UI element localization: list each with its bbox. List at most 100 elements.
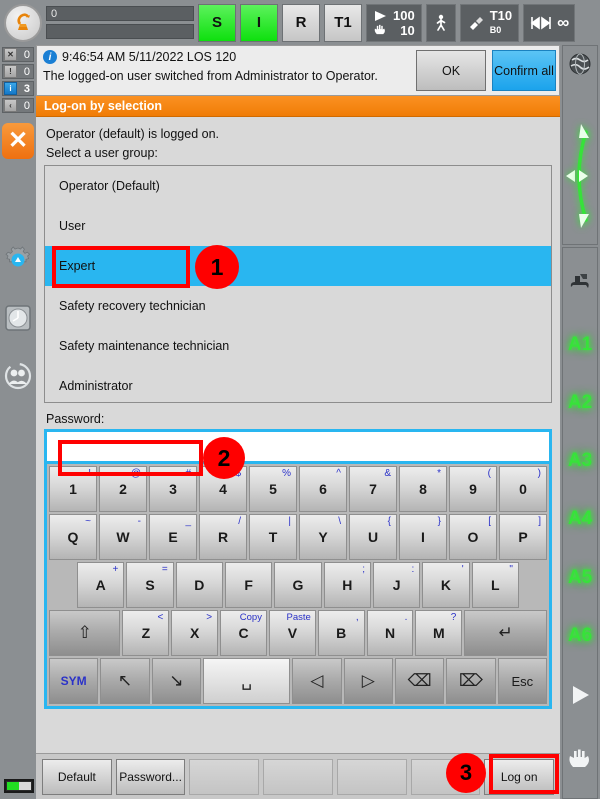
arrow-right-key[interactable]: ▷	[343, 658, 393, 704]
tool-value: T10	[489, 7, 513, 23]
key-u[interactable]: {U	[349, 514, 397, 560]
drives-ready-indicator[interactable]: S	[198, 3, 236, 42]
end-key[interactable]: ↘	[151, 658, 202, 704]
axis-label-a6[interactable]: A6	[568, 625, 592, 647]
key-k[interactable]: ' K	[422, 562, 470, 608]
list-item-operator[interactable]: Operator (Default)	[45, 166, 551, 206]
key-x[interactable]: > X	[171, 610, 219, 656]
key-i[interactable]: } I	[399, 514, 447, 560]
key-e[interactable]: _ E	[149, 514, 197, 560]
user-group-list[interactable]: Operator (Default) User Expert Safety re…	[44, 165, 552, 403]
footer-button-5[interactable]	[336, 758, 407, 795]
operating-mode-indicator[interactable]: T1	[324, 3, 362, 42]
gear-icon[interactable]	[3, 245, 33, 275]
arrow-left-key[interactable]: ◁	[292, 658, 342, 704]
confirm-all-button[interactable]: Confirm all	[492, 50, 556, 91]
key-d[interactable]: D	[175, 562, 223, 608]
globe-icon[interactable]	[567, 51, 593, 82]
key-label: 8	[419, 481, 427, 497]
home-key[interactable]: ↖	[100, 658, 150, 704]
list-item-safety-maintenance-technician[interactable]: Safety maintenance technician	[45, 326, 551, 366]
escape-key[interactable]: Esc	[497, 658, 547, 704]
key-y[interactable]: \ Y	[299, 514, 347, 560]
key-g[interactable]: G	[274, 562, 322, 608]
tool-icon[interactable]	[567, 271, 593, 298]
footer-button-4[interactable]	[263, 758, 333, 795]
user-icon[interactable]	[3, 361, 33, 391]
key-r[interactable]: / R	[199, 514, 247, 560]
shift-key[interactable]: ⇧	[49, 610, 121, 656]
key-a[interactable]: + A	[77, 562, 125, 608]
key-o[interactable]: [O	[449, 514, 497, 560]
acknowledge-message-counter[interactable]: ✕ 0	[2, 47, 34, 62]
override-status-panel[interactable]: 100 10	[366, 3, 422, 42]
key-t[interactable]: | T	[249, 514, 297, 560]
key-1[interactable]: ! 1	[49, 466, 97, 512]
info-message-counter[interactable]: i 3	[2, 81, 34, 96]
password-button[interactable]: Password...	[115, 758, 186, 795]
list-item-administrator[interactable]: Administrator	[45, 366, 551, 402]
key-h[interactable]: ; H	[323, 562, 371, 608]
robot-indicator[interactable]: R	[282, 3, 320, 42]
list-item-safety-recovery-technician[interactable]: Safety recovery technician	[45, 286, 551, 326]
key-5[interactable]: % 5	[249, 466, 297, 512]
key-7[interactable]: & 7	[349, 466, 397, 512]
program-override-slider[interactable]: 0	[46, 6, 194, 21]
hand-icon[interactable]	[567, 748, 593, 775]
on-screen-keyboard[interactable]: ! 1 @2 #3 $4 % 5 ^ 6 & 7 * 8 (9 ) 0 ~ Q -W _ E /…	[44, 464, 552, 709]
password-field-wrapper[interactable]	[44, 429, 552, 464]
message-bar: i 9:46:54 AM 5/11/2022 LOS 120 The logge…	[36, 45, 560, 96]
default-button[interactable]: Default	[42, 758, 112, 795]
axis-label-a4[interactable]: A4	[568, 508, 592, 530]
key-n[interactable]: .N	[366, 610, 414, 656]
tool-base-panel[interactable]: T10 B0	[459, 3, 520, 42]
key-z[interactable]: < Z	[122, 610, 170, 656]
key-label: 6	[319, 481, 327, 497]
kuka-robot-logo-icon[interactable]	[4, 3, 42, 42]
axis-label-a3[interactable]: A3	[568, 450, 592, 472]
key-2[interactable]: @2	[99, 466, 147, 512]
override-sliders[interactable]: 0	[46, 6, 194, 39]
close-message-button[interactable]: ✕	[2, 123, 34, 159]
key-w[interactable]: -W	[99, 514, 147, 560]
key-8[interactable]: * 8	[399, 466, 447, 512]
increment-panel[interactable]: ∞	[523, 3, 576, 42]
space-key[interactable]: ␣	[203, 658, 291, 704]
log-on-button[interactable]: Log on	[484, 758, 555, 795]
key-p[interactable]: ] P	[499, 514, 547, 560]
backspace-key[interactable]: ⌫	[394, 658, 445, 704]
key-0[interactable]: ) 0	[499, 466, 547, 512]
key-l[interactable]: " L	[471, 562, 519, 608]
warning-message-counter[interactable]: ! 0	[2, 64, 34, 79]
axis-label-a2[interactable]: A2	[568, 392, 592, 414]
password-input[interactable]	[49, 434, 547, 459]
ok-button[interactable]: OK	[416, 50, 486, 91]
key-s[interactable]: = S	[126, 562, 174, 608]
interpreter-indicator[interactable]: I	[240, 3, 278, 42]
key-m[interactable]: ? M	[415, 610, 463, 656]
key-b[interactable]: ,B	[317, 610, 365, 656]
axis-label-a5[interactable]: A5	[568, 567, 592, 589]
list-item-expert[interactable]: Expert	[45, 246, 551, 286]
play-icon[interactable]	[567, 683, 593, 712]
key-v[interactable]: Paste V	[268, 610, 316, 656]
key-j[interactable]: :J	[372, 562, 421, 608]
enter-key[interactable]: ↵	[464, 610, 547, 656]
symbol-key[interactable]: SYM	[49, 658, 99, 704]
wait-message-counter[interactable]: ‹ 0	[2, 98, 34, 113]
jog-mode-panel[interactable]	[425, 3, 456, 42]
key-f[interactable]: F	[224, 562, 273, 608]
jog-override-slider[interactable]	[46, 24, 194, 39]
key-c[interactable]: Copy C	[220, 610, 267, 656]
key-9[interactable]: (9	[449, 466, 497, 512]
key-6[interactable]: ^ 6	[299, 466, 347, 512]
footer-button-3[interactable]	[189, 758, 260, 795]
message-text-block[interactable]: i 9:46:54 AM 5/11/2022 LOS 120 The logge…	[37, 46, 413, 95]
key-3[interactable]: #3	[149, 466, 197, 512]
key-q[interactable]: ~ Q	[49, 514, 97, 560]
list-item-user[interactable]: User	[45, 206, 551, 246]
delete-key[interactable]: ⌦	[446, 658, 496, 704]
jog-arrows-icon[interactable]	[564, 118, 596, 239]
axis-label-a1[interactable]: A1	[568, 334, 592, 356]
clock-icon[interactable]	[3, 303, 33, 333]
